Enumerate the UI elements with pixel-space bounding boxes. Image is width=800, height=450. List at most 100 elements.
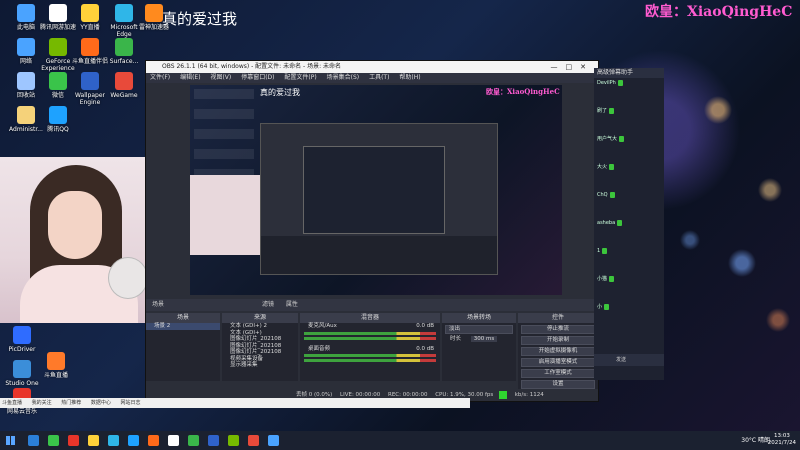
scenes-dock[interactable]: 场景 2: [146, 323, 220, 381]
chat-message: 小: [594, 302, 664, 330]
taskbar-app-icon[interactable]: [28, 435, 39, 446]
taskbar-app-icon[interactable]: [108, 435, 119, 446]
start-recording-button[interactable]: 开始录制: [521, 336, 595, 345]
desktop-icon[interactable]: Studio One: [2, 360, 42, 387]
obs-control-bar: 场景 滤镜 属性: [146, 299, 598, 311]
webcam-overlay: [0, 157, 155, 323]
desktop-icon[interactable]: 斗鱼直播: [36, 352, 76, 379]
taskbar-app-icon[interactable]: [148, 435, 159, 446]
mixer-track-desktop: 桌面音频 0.0 dB: [308, 345, 434, 352]
taskbar-clock[interactable]: 13:03 2021/7/24: [768, 433, 796, 447]
shield-icon: [619, 135, 625, 142]
taskbar-app-icon[interactable]: [128, 435, 139, 446]
taskbar-app-icon[interactable]: [168, 435, 179, 446]
weather-label[interactable]: 30°C 晴朗: [741, 437, 770, 444]
app-icon: [81, 38, 99, 56]
taskbar-app-icon[interactable]: [188, 435, 199, 446]
label-scene: 场景: [152, 301, 165, 308]
menu-profile[interactable]: 配置文件(P): [284, 74, 316, 81]
menu-edit[interactable]: 编辑(E): [180, 74, 200, 81]
toolbar-item[interactable]: 网站日志: [120, 400, 140, 406]
desktop-icon[interactable]: Surface...: [104, 38, 144, 65]
menu-file[interactable]: 文件(F): [150, 74, 170, 81]
chat-message: 1: [594, 246, 664, 274]
stream-health-indicator: [499, 390, 507, 399]
desktop-meter: [304, 354, 436, 357]
chat-user: ChQ: [597, 192, 608, 198]
menu-dock[interactable]: 停靠窗口(D): [241, 74, 274, 81]
studio-mode-button[interactable]: 工作室模式: [521, 369, 595, 378]
window-controls[interactable]: —□✕: [551, 61, 594, 73]
toolbar-item[interactable]: 热门推荐: [61, 400, 81, 406]
transitions-header: 场景转场: [442, 313, 516, 323]
app-icon: [13, 326, 31, 344]
obs-titlebar[interactable]: OBS 26.1.1 (64 bit, windows) - 配置文件: 未命名…: [146, 61, 598, 73]
desktop-icon-label: Studio One: [5, 380, 39, 387]
duration-input[interactable]: 300 ms: [470, 336, 498, 342]
filters-button[interactable]: 滤镜: [262, 301, 274, 308]
taskbar-app-icon[interactable]: [88, 435, 99, 446]
app-icon: [49, 4, 67, 22]
shield-icon: [602, 247, 608, 254]
stop-stream-button[interactable]: 停止推流: [521, 325, 595, 334]
chat-message: DevilPh: [594, 78, 664, 106]
obs-window[interactable]: OBS 26.1.1 (64 bit, windows) - 配置文件: 未命名…: [145, 60, 599, 402]
properties-button[interactable]: 属性: [286, 301, 298, 308]
danmaku-chat-panel[interactable]: 高级弹幕助手 DevilPh 刷了 用户气大 大火 ChQ asheba 1 小猫小 发送: [594, 68, 664, 380]
app-icon: [115, 4, 133, 22]
nested-preview: [260, 123, 498, 275]
studio-mode-toggle[interactable]: 启用演播室模式: [521, 358, 595, 367]
sources-dock[interactable]: 文本 (GDI+) 2 文本 (GDI+) 图像幻灯片_202108 图像幻灯片…: [222, 323, 298, 381]
chat-footer[interactable]: 发送: [594, 354, 664, 366]
mixer-track-mic: 麦克风/Aux 0.0 dB: [308, 323, 434, 329]
shield-icon: [609, 191, 615, 198]
chat-user: asheba: [597, 220, 616, 226]
desktop-icon-label: 网易云音乐: [6, 408, 37, 415]
transition-select[interactable]: 淡出: [445, 325, 513, 334]
chat-user: 小: [597, 304, 603, 310]
taskbar-app-icon[interactable]: [48, 435, 59, 446]
start-virtualcam-button[interactable]: 开始虚拟摄像机: [521, 347, 595, 356]
mic-volume-slider[interactable]: [304, 336, 436, 340]
desktop-icon[interactable]: 腾讯QQ: [38, 106, 78, 133]
desktop-icon[interactable]: PicDriver: [2, 326, 42, 353]
chat-user: 小猫: [597, 276, 608, 282]
toolbar-item[interactable]: 数据中心: [91, 400, 111, 406]
chat-title: 高级弹幕助手: [594, 68, 664, 78]
send-button[interactable]: 发送: [616, 357, 626, 363]
desktop-icon-label: WeGame: [110, 92, 138, 99]
obs-menubar: 文件(F) 编辑(E) 视图(V) 停靠窗口(D) 配置文件(P) 场景集合(S…: [146, 73, 598, 83]
windows-taskbar: 30°C 晴朗 13:03 2021/7/24: [0, 431, 800, 450]
app-icon: [81, 72, 99, 90]
toolbar-item[interactable]: 斗鱼直播: [2, 400, 22, 406]
taskbar-app-icon[interactable]: [268, 435, 279, 446]
chat-message: 大火: [594, 162, 664, 190]
settings-button[interactable]: 设置: [521, 380, 595, 389]
menu-help[interactable]: 帮助(H): [399, 74, 420, 81]
chat-message: 小猫: [594, 274, 664, 302]
app-icon: [115, 72, 133, 90]
chat-message: ChQ: [594, 190, 664, 218]
streamer-watermark: 欧皇：XiaoQingHeC: [645, 4, 793, 20]
transitions-dock: 淡出 时长 300 ms: [442, 323, 516, 381]
taskbar-app-icon[interactable]: [208, 435, 219, 446]
chat-user: 用户气大: [597, 136, 618, 142]
source-item[interactable]: 显示器采集: [222, 362, 298, 369]
toolbar-item[interactable]: 我的关注: [32, 400, 52, 406]
windows-start-icon[interactable]: [6, 436, 15, 445]
taskbar-app-icon[interactable]: [228, 435, 239, 446]
desktop-volume-slider[interactable]: [304, 359, 436, 362]
menu-tools[interactable]: 工具(T): [369, 74, 389, 81]
app-icon: [49, 106, 67, 124]
obs-preview[interactable]: 真的爱过我 欧皇：XiaoQingHeC: [190, 85, 562, 295]
desktop-icon[interactable]: WeGame: [104, 72, 144, 99]
taskbar-app-icon[interactable]: [68, 435, 79, 446]
menu-scene-collection[interactable]: 场景集合(S): [327, 74, 360, 81]
menu-view[interactable]: 视图(V): [210, 74, 231, 81]
taskbar-app-icon[interactable]: [248, 435, 259, 446]
sources-header: 来源: [222, 313, 298, 323]
scene-item[interactable]: 场景 2: [146, 323, 220, 330]
system-tray[interactable]: 30°C 晴朗: [741, 431, 770, 450]
app-icon: [81, 4, 99, 22]
desktop-icon-label: 腾讯QQ: [47, 126, 69, 133]
